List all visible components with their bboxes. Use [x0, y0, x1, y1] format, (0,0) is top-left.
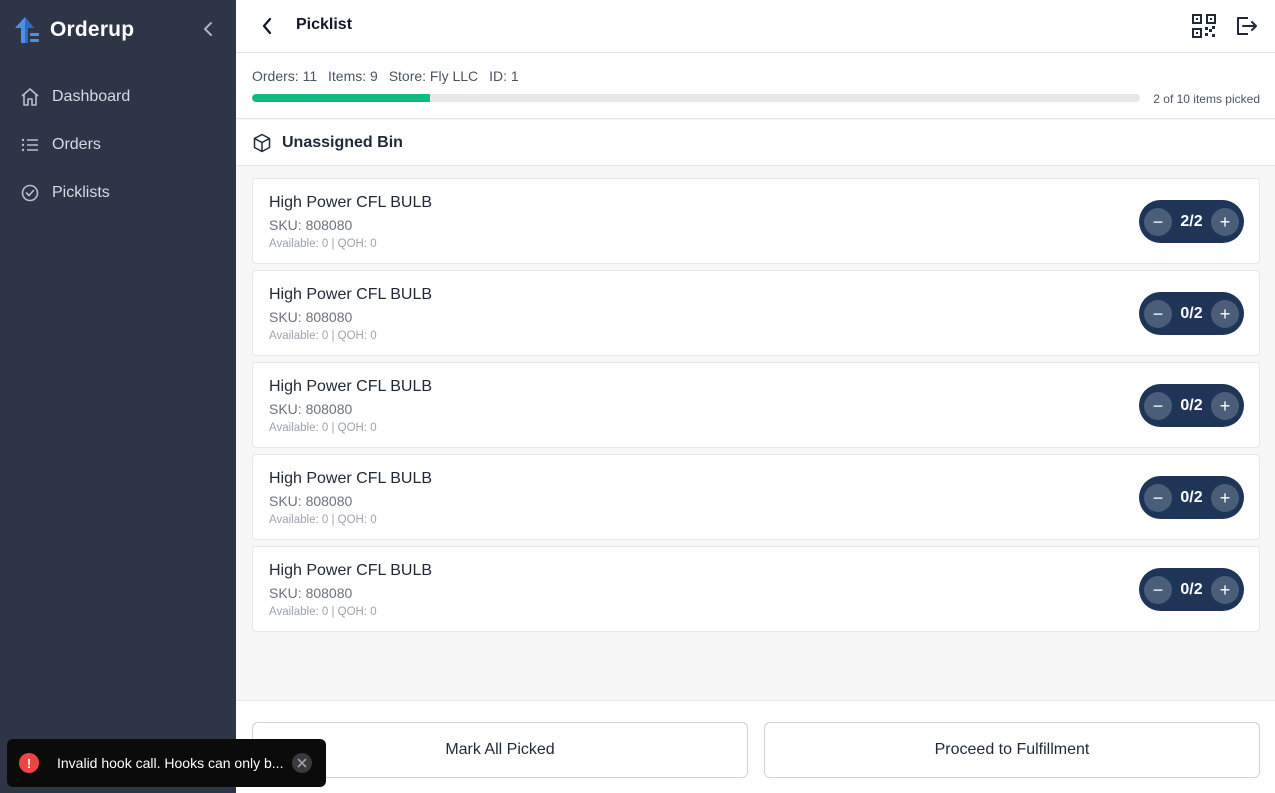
- sidebar-item-label: Dashboard: [52, 88, 131, 105]
- increment-button[interactable]: +: [1211, 391, 1239, 420]
- decrement-button[interactable]: −: [1144, 207, 1172, 236]
- page-title: Picklist: [296, 16, 353, 33]
- increment-button[interactable]: +: [1211, 575, 1239, 604]
- decrement-button[interactable]: −: [1144, 391, 1172, 420]
- sidebar-item-label: Orders: [52, 136, 101, 153]
- items-count: Items: 9: [328, 68, 378, 84]
- toast-message: Invalid hook call. Hooks can only b...: [57, 755, 284, 771]
- picked-quantity: 2/2: [1180, 212, 1203, 230]
- error-icon: !: [19, 753, 39, 773]
- item-sku: SKU: 808080: [269, 493, 353, 509]
- item-name: High Power CFL BULB: [269, 470, 433, 487]
- proceed-to-fulfillment-button[interactable]: Proceed to Fulfillment: [764, 722, 1260, 778]
- item-sku: SKU: 808080: [269, 217, 353, 233]
- item-sku: SKU: 808080: [269, 585, 353, 601]
- item-name: High Power CFL BULB: [269, 194, 433, 211]
- item-availability: Available: 0 | QOH: 0: [269, 606, 377, 618]
- list-item: High Power CFL BULB SKU: 808080 Availabl…: [252, 454, 1260, 540]
- quantity-stepper: − 0/2 +: [1139, 292, 1244, 335]
- footer-actions: Mark All Picked Proceed to Fulfillment: [236, 700, 1275, 793]
- close-icon: [297, 758, 307, 768]
- sidebar-item-picklists[interactable]: Picklists: [0, 169, 236, 217]
- picked-quantity: 0/2: [1180, 580, 1203, 598]
- item-sku: SKU: 808080: [269, 309, 353, 325]
- sidebar-item-label: Picklists: [52, 184, 110, 201]
- decrement-button[interactable]: −: [1144, 483, 1172, 512]
- list-item: High Power CFL BULB SKU: 808080 Availabl…: [252, 362, 1260, 448]
- picklist-stats: Orders: 11 Items: 9 Store: Fly LLC ID: 1: [252, 68, 526, 84]
- item-sku: SKU: 808080: [269, 401, 353, 417]
- quantity-stepper: − 0/2 +: [1139, 384, 1244, 427]
- chevron-left-icon: [204, 22, 212, 36]
- mark-all-picked-button[interactable]: Mark All Picked: [252, 722, 748, 778]
- close-toast-button[interactable]: [292, 753, 312, 773]
- home-icon: [20, 87, 40, 107]
- picklist-summary: Orders: 11 Items: 9 Store: Fly LLC ID: 1…: [236, 53, 1275, 119]
- main-content: Picklist Orders: 11 Items: 9 Store: Fly …: [236, 0, 1275, 793]
- check-circle-icon: [20, 183, 40, 203]
- quantity-stepper: − 0/2 +: [1139, 476, 1244, 519]
- sidebar-nav: Dashboard Orders Picklists: [0, 73, 236, 217]
- quantity-stepper: − 0/2 +: [1139, 568, 1244, 611]
- box-icon: [252, 133, 272, 153]
- list-item: High Power CFL BULB SKU: 808080 Availabl…: [252, 270, 1260, 356]
- item-list: High Power CFL BULB SKU: 808080 Availabl…: [252, 178, 1260, 638]
- error-toast: ! Invalid hook call. Hooks can only b...: [7, 739, 326, 787]
- store-name: Store: Fly LLC: [388, 68, 479, 84]
- increment-button[interactable]: +: [1211, 207, 1239, 236]
- orders-count: Orders: 11: [252, 68, 318, 84]
- qr-code-icon[interactable]: [1192, 14, 1216, 38]
- sidebar: Orderup Dashboard Orders Picklists: [0, 0, 236, 793]
- picked-quantity: 0/2: [1180, 396, 1203, 414]
- picked-quantity: 0/2: [1180, 304, 1203, 322]
- increment-button[interactable]: +: [1211, 299, 1239, 328]
- bin-label: Unassigned Bin: [282, 133, 403, 151]
- bin-header: Unassigned Bin: [236, 120, 1275, 166]
- logo-icon: [15, 17, 39, 43]
- picked-quantity: 0/2: [1180, 488, 1203, 506]
- collapse-sidebar-button[interactable]: [198, 18, 218, 40]
- item-availability: Available: 0 | QOH: 0: [269, 422, 377, 434]
- chevron-left-icon: [262, 17, 272, 35]
- item-name: High Power CFL BULB: [269, 562, 433, 579]
- item-availability: Available: 0 | QOH: 0: [269, 514, 377, 526]
- sidebar-item-orders[interactable]: Orders: [0, 121, 236, 169]
- progress-fill: [252, 94, 430, 102]
- app-name: Orderup: [50, 18, 135, 41]
- picklist-id: ID: 1: [489, 68, 519, 84]
- item-name: High Power CFL BULB: [269, 378, 433, 395]
- brand[interactable]: Orderup: [12, 14, 134, 46]
- increment-button[interactable]: +: [1211, 483, 1239, 512]
- item-availability: Available: 0 | QOH: 0: [269, 330, 377, 342]
- top-bar: Picklist: [236, 0, 1275, 53]
- progress-text: 2 of 10 items picked: [1153, 92, 1260, 106]
- list-icon: [20, 135, 40, 155]
- quantity-stepper: − 2/2 +: [1139, 200, 1244, 243]
- back-button[interactable]: [256, 14, 278, 38]
- sidebar-item-dashboard[interactable]: Dashboard: [0, 73, 236, 121]
- logout-icon[interactable]: [1234, 14, 1258, 38]
- list-item: High Power CFL BULB SKU: 808080 Availabl…: [252, 178, 1260, 264]
- decrement-button[interactable]: −: [1144, 575, 1172, 604]
- decrement-button[interactable]: −: [1144, 299, 1172, 328]
- item-availability: Available: 0 | QOH: 0: [269, 238, 377, 250]
- progress-bar: [252, 94, 1140, 102]
- item-name: High Power CFL BULB: [269, 286, 433, 303]
- list-item: High Power CFL BULB SKU: 808080 Availabl…: [252, 546, 1260, 632]
